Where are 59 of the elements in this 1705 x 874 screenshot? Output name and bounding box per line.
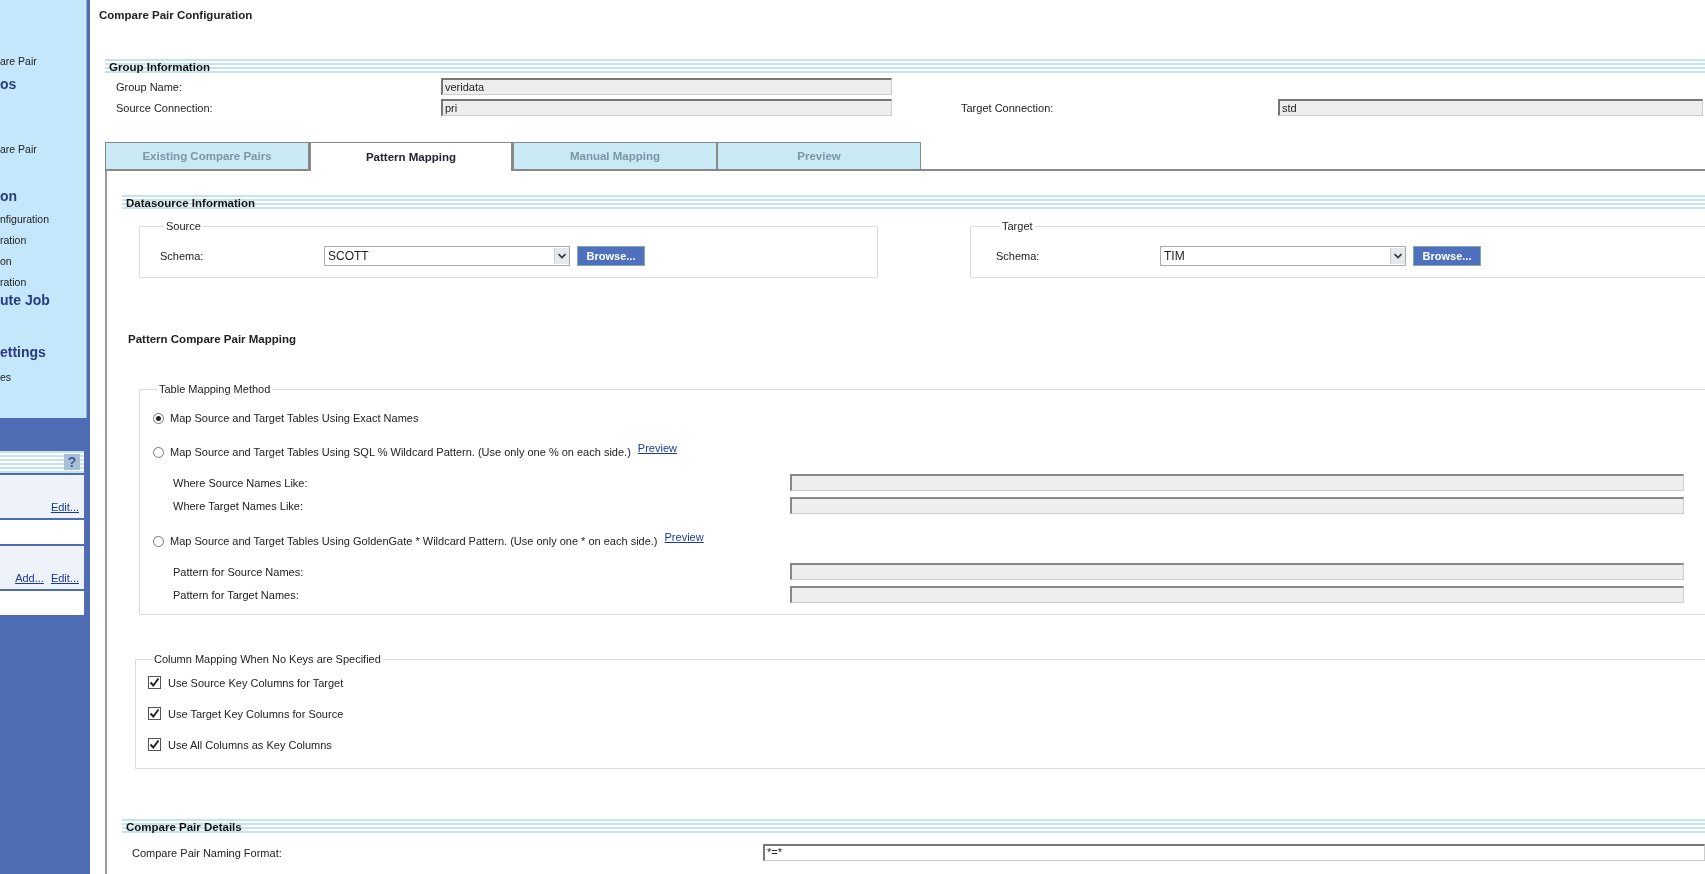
radio-button[interactable]: [153, 412, 164, 424]
nav-heading[interactable]: ute Job: [0, 292, 86, 318]
radio-button[interactable]: [153, 446, 164, 458]
schema-dropdown[interactable]: SCOTT: [324, 246, 570, 266]
nav-heading[interactable]: os: [0, 76, 86, 102]
preview-link[interactable]: Preview: [664, 531, 704, 543]
tab[interactable]: Pattern Mapping: [309, 142, 513, 171]
field-label: Where Source Names Like:: [173, 476, 309, 489]
field-label: Schema:: [160, 250, 205, 262]
input-field[interactable]: std: [1278, 99, 1703, 116]
field-label: Group Name:: [115, 80, 184, 93]
nav-link[interactable]: nfiguration: [0, 212, 86, 233]
link[interactable]: Add...: [15, 572, 44, 584]
input-field[interactable]: *=*: [763, 844, 1705, 861]
option-label: Map Source and Target Tables Using SQL % Wildcard Pattern. (Use only one % on each side.): [170, 446, 631, 458]
radio-button[interactable]: [153, 535, 164, 547]
input-field[interactable]: pri: [441, 99, 892, 116]
caret-icon: [1390, 248, 1405, 264]
field-label: Where Target Names Like:: [173, 499, 305, 512]
help-icon[interactable]: ?: [64, 454, 80, 470]
checkbox[interactable]: [148, 738, 161, 751]
nav-heading[interactable]: on: [0, 188, 86, 212]
nav-heading[interactable]: ettings: [0, 344, 86, 370]
section-title: Compare Pair Details: [126, 821, 242, 833]
field-label: Schema:: [996, 250, 1041, 262]
field-label: Compare Pair Naming Format:: [131, 846, 283, 859]
field-label: Pattern for Target Names:: [173, 588, 300, 601]
option-label: Map Source and Target Tables Using Exact Names: [170, 412, 419, 424]
option-label: Map Source and Target Tables Using GoldenGate * Wildcard Pattern. (Use only one * on each side.): [170, 535, 658, 547]
nav-link[interactable]: are Pair: [0, 142, 86, 163]
nav-link[interactable]: are Pair: [0, 54, 86, 75]
section-title: Group Information: [109, 61, 210, 73]
fieldset-legend: Column Mapping When No Keys are Specified: [152, 653, 383, 665]
link[interactable]: Edit...: [50, 572, 79, 584]
section-title: Datasource Information: [126, 197, 256, 209]
field-label: Pattern for Source Names:: [173, 565, 305, 578]
field-label: Target Connection:: [960, 101, 1055, 114]
nav-link[interactable]: ration: [0, 233, 86, 254]
input-field[interactable]: veridata: [441, 78, 892, 95]
checkbox[interactable]: [148, 676, 161, 689]
browse-button[interactable]: Browse...: [577, 246, 645, 266]
schema-dropdown[interactable]: TIM: [1160, 246, 1406, 266]
fieldset-legend: Source: [164, 220, 203, 232]
nav-link[interactable]: on: [0, 254, 86, 275]
checkbox-label: Use Target Key Columns for Source: [168, 707, 344, 720]
checkbox-label: Use Source Key Columns for Target: [168, 676, 344, 689]
caret-icon: [554, 248, 569, 264]
nav-link[interactable]: ration: [0, 275, 86, 292]
checkbox[interactable]: [148, 707, 161, 720]
section-title: Pattern Compare Pair Mapping: [128, 333, 298, 345]
preview-link[interactable]: Preview: [637, 442, 677, 454]
checkbox-label: Use All Columns as Key Columns: [168, 738, 332, 751]
nav-link[interactable]: es: [0, 370, 86, 391]
page-title: Compare Pair Configuration: [99, 9, 254, 23]
field-label: Source Connection:: [115, 101, 214, 114]
link[interactable]: Edit...: [50, 501, 79, 513]
browse-button[interactable]: Browse...: [1413, 246, 1481, 266]
fieldset-legend: Table Mapping Method: [157, 383, 273, 395]
fieldset-legend: Target: [1000, 220, 1035, 232]
